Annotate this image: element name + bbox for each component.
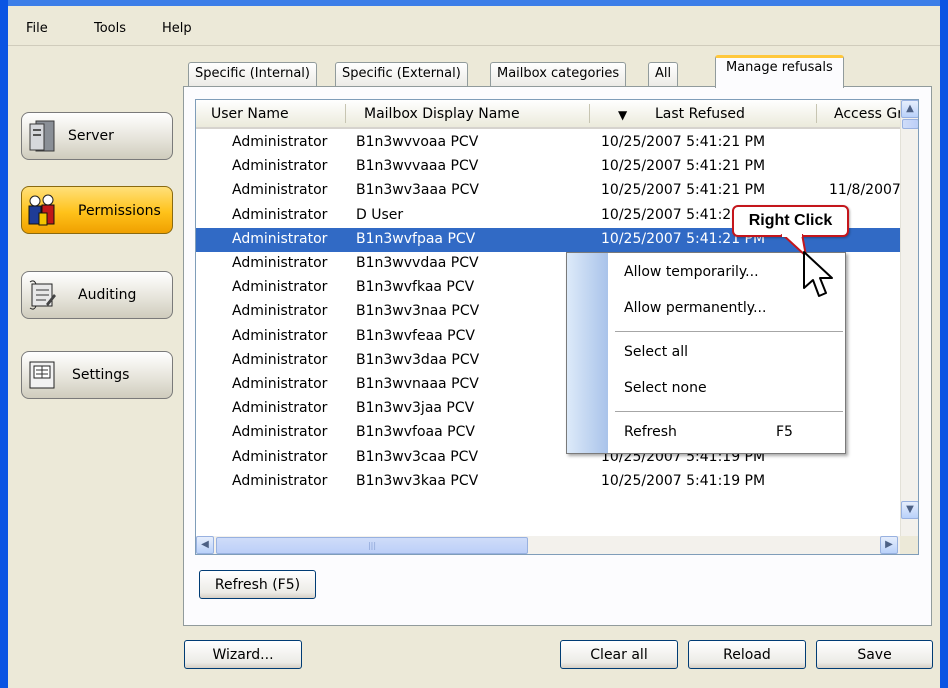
auditing-icon [29, 280, 56, 310]
column-header-user-name[interactable]: User Name [211, 106, 289, 122]
table-cell: B1n3wv3naa PCV [356, 303, 480, 320]
sidebar-item-server[interactable]: Server [21, 112, 173, 160]
vertical-scrollbar[interactable]: ▲ ▼ [900, 100, 918, 536]
column-header-access-group[interactable]: Access Gr [834, 106, 903, 122]
tab-specific-external[interactable]: Specific (External) [335, 62, 468, 86]
right-click-callout: Right Click [732, 205, 849, 237]
table-cell: B1n3wvnaaa PCV [356, 376, 479, 392]
sidebar-item-settings[interactable]: Settings [21, 351, 173, 399]
table-cell: Administrator [232, 279, 328, 296]
sidebar-item-label: Auditing [78, 287, 137, 303]
table-cell: B1n3wvvaaa PCV [356, 158, 479, 175]
sidebar-item-permissions[interactable]: Permissions [21, 186, 173, 234]
table-cell: Administrator [232, 230, 328, 247]
server-icon [29, 120, 55, 152]
table-cell: B1n3wvfpaa PCV [356, 230, 476, 247]
table-cell: B1n3wvfeaa PCV [356, 327, 475, 344]
context-menu-icon-strip [567, 253, 608, 453]
table-cell: Administrator [232, 303, 328, 320]
table-cell: Administrator [232, 351, 328, 368]
table-cell: B1n3wv3daa PCV [356, 351, 480, 368]
table-cell: B1n3wv3aaa PCV [356, 182, 479, 199]
settings-icon [29, 361, 55, 389]
menu-bar: File Tools Help [8, 6, 940, 46]
menu-item-refresh-shortcut: F5 [776, 424, 793, 440]
table-cell: Administrator [232, 206, 328, 223]
table-cell: 10/25/2007 5:41:21 PM [601, 134, 766, 150]
table-cell: Administrator [232, 327, 328, 344]
table-cell: Administrator [232, 134, 328, 150]
table-cell: 10/25/2007 5:41:21 PM [601, 182, 766, 199]
table-row[interactable]: Administrator B1n3wvvaaa PCV 10/25/2007 5:… [196, 155, 900, 179]
table-cell: B1n3wv3jaa PCV [356, 400, 475, 417]
table-row[interactable]: Administrator B1n3wv3aaa PCV 10/25/2007 5:… [196, 179, 901, 203]
table-cell: B1n3wvfkaa PCV [356, 279, 475, 296]
menu-help[interactable]: Help [162, 21, 192, 36]
table-cell: Administrator [232, 400, 328, 417]
scroll-up-icon[interactable]: ▲ [901, 100, 918, 118]
column-header-mailbox-display-name[interactable]: Mailbox Display Name [364, 106, 520, 122]
permissions-icon [28, 194, 55, 226]
save-button[interactable]: Save [816, 640, 933, 669]
table-cell: 10/25/2007 5:41:19 PM [601, 472, 766, 489]
menu-tools[interactable]: Tools [94, 21, 126, 36]
sidebar-item-label: Settings [72, 367, 130, 383]
wizard-button[interactable]: Wizard... [184, 640, 302, 669]
column-divider[interactable] [816, 104, 817, 123]
table-cell: B1n3wv3kaa PCV [356, 472, 479, 489]
menu-item-select-all[interactable]: Select all [624, 344, 688, 360]
list-header: User Name Mailbox Display Name ▼ Last Re… [196, 100, 918, 129]
tab-all[interactable]: All [648, 62, 679, 86]
horizontal-scroll-thumb[interactable]: ||| [216, 537, 528, 554]
menu-item-refresh[interactable]: Refresh [624, 424, 677, 440]
sidebar-item-label: Server [68, 128, 114, 144]
mouse-cursor-icon [803, 251, 833, 297]
scroll-down-icon[interactable]: ▼ [901, 501, 918, 519]
scroll-corner [900, 536, 918, 554]
sort-descending-icon: ▼ [618, 108, 628, 122]
tab-specific-internal[interactable]: Specific (Internal) [188, 62, 317, 86]
table-cell: B1n3wv3caa PCV [356, 448, 479, 465]
table-row[interactable]: Administrator B1n3wvvoaa PCV 10/25/2007 5:… [196, 131, 900, 155]
menu-item-allow-permanently[interactable]: Allow permanently... [624, 300, 766, 316]
menu-file[interactable]: File [26, 21, 48, 36]
table-cell: B1n3wvvoaa PCV [356, 134, 479, 150]
menu-separator [615, 411, 843, 412]
column-divider[interactable] [589, 104, 590, 123]
table-cell: Administrator [232, 182, 328, 199]
tab-manage-refusals[interactable]: Manage refusals [715, 55, 844, 88]
sidebar: Server Permissions Auditing Settings [8, 46, 178, 688]
window-left-border [0, 0, 8, 688]
tab-mailbox-categories[interactable]: Mailbox categories [490, 62, 627, 86]
reload-button[interactable]: Reload [688, 640, 806, 669]
scroll-right-icon[interactable]: ▶ [880, 536, 898, 554]
table-cell: D User [356, 206, 404, 223]
column-divider[interactable] [345, 104, 346, 123]
window-right-border [940, 0, 948, 688]
scroll-left-icon[interactable]: ◀ [196, 536, 214, 554]
column-header-last-refused[interactable]: Last Refused [655, 106, 745, 122]
table-cell: Administrator [232, 376, 328, 392]
table-cell: Administrator [232, 448, 328, 465]
table-cell: B1n3wvfoaa PCV [356, 424, 475, 441]
table-cell: Administrator [232, 472, 328, 489]
menu-item-select-none[interactable]: Select none [624, 380, 707, 396]
vertical-scroll-thumb[interactable] [902, 119, 918, 129]
refresh-button[interactable]: Refresh (F5) [199, 570, 316, 599]
table-cell: Administrator [232, 158, 328, 175]
clear-all-button[interactable]: Clear all [560, 640, 678, 669]
menu-separator [615, 331, 843, 332]
table-cell: 11/8/2007 [829, 182, 901, 199]
table-cell: B1n3wvvdaa PCV [356, 255, 479, 271]
menu-item-allow-temporarily[interactable]: Allow temporarily... [624, 264, 759, 280]
table-row[interactable]: Administrator B1n3wv3kaa PCV 10/25/2007 5:… [196, 470, 900, 494]
table-cell: Administrator [232, 424, 328, 441]
table-cell: Administrator [232, 255, 328, 271]
sidebar-item-label: Permissions [78, 203, 161, 219]
sidebar-item-auditing[interactable]: Auditing [21, 271, 173, 319]
table-cell: 10/25/2007 5:41:21 PM [601, 158, 766, 175]
horizontal-scrollbar[interactable]: ◀ ||| ▶ [196, 536, 900, 554]
